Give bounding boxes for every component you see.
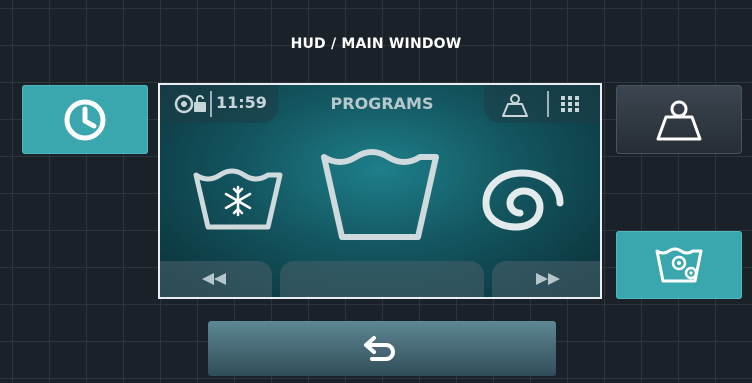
cold-wash-icon[interactable] <box>190 163 286 233</box>
prev-button[interactable] <box>160 261 272 297</box>
return-arrow-icon <box>364 335 395 361</box>
wash-settings-icon <box>655 247 703 283</box>
weight-icon <box>656 100 702 140</box>
center-nav-slot <box>280 261 484 297</box>
screen-navbar <box>160 259 600 297</box>
options-divider <box>547 91 549 117</box>
weight-icon[interactable] <box>500 92 530 118</box>
fast-forward-icon <box>536 273 560 285</box>
rewind-icon <box>202 273 226 285</box>
next-button[interactable] <box>492 261 600 297</box>
back-button[interactable] <box>208 321 556 376</box>
wash-settings-button[interactable] <box>616 231 742 299</box>
weight-button[interactable] <box>616 85 742 154</box>
wash-tub-icon[interactable] <box>318 147 442 243</box>
page-title: HUD / MAIN WINDOW <box>290 36 462 52</box>
timer-button[interactable] <box>22 85 148 154</box>
screen-topbar: 11:59 PROGRAMS <box>160 85 600 125</box>
screen-title: PROGRAMS <box>330 94 434 113</box>
spin-icon[interactable] <box>480 169 566 233</box>
clock-icon <box>64 99 106 140</box>
grid-menu-icon[interactable] <box>561 96 579 112</box>
programs-screen: 11:59 PROGRAMS <box>158 83 602 299</box>
